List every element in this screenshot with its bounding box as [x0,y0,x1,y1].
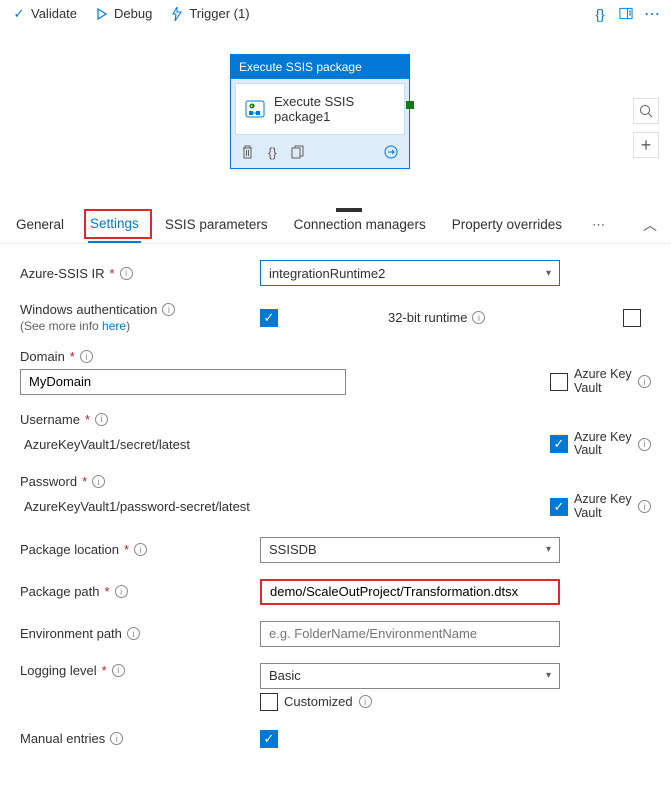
logging-level-select[interactable]: Basic ▾ [260,663,560,689]
package-location-label: Package location [20,542,119,557]
info-icon[interactable]: i [112,664,125,677]
password-value: AzureKeyVault1/password-secret/latest [20,499,346,514]
required-asterisk: * [110,266,115,281]
braces-icon[interactable]: {} [268,145,277,162]
customized-label: Customized [284,694,353,709]
username-label: Username [20,412,80,427]
collapse-panel-icon[interactable]: ︿ [643,215,657,235]
check-icon: ✓ [12,7,26,21]
package-location-value: SSISDB [269,542,317,557]
package-path-input[interactable] [260,579,560,605]
info-icon[interactable]: i [134,543,147,556]
azure-ssis-ir-label: Azure-SSIS IR [20,266,105,281]
info-icon[interactable]: i [95,413,108,426]
akv-label: Azure Key Vault [574,493,632,521]
delete-icon[interactable] [241,145,254,162]
environment-path-label: Environment path [20,626,122,641]
arrow-right-icon[interactable] [383,145,399,162]
debug-label: Debug [114,6,152,21]
info-icon[interactable]: i [638,375,651,388]
logging-level-value: Basic [269,668,301,683]
tab-bar: General Settings SSIS parameters Connect… [0,206,671,244]
info-icon[interactable]: i [162,303,175,316]
required-asterisk: * [102,663,107,678]
tab-general[interactable]: General [14,207,66,242]
windows-auth-label: Windows authentication [20,302,157,317]
package-path-label: Package path [20,584,100,599]
domain-input[interactable] [20,369,346,395]
info-icon[interactable]: i [92,475,105,488]
domain-label: Domain [20,349,65,364]
debug-button[interactable]: Debug [95,6,152,21]
search-button[interactable] [633,98,659,124]
lightning-icon [170,7,184,21]
manual-entries-label: Manual entries [20,731,105,746]
braces-icon[interactable]: {} [593,7,607,21]
windows-auth-checkbox[interactable]: ✓ [260,309,278,327]
runtime32-checkbox[interactable] [623,309,641,327]
username-value: AzureKeyVault1/secret/latest [20,437,346,452]
tabs-more-icon[interactable]: ⋯ [592,217,605,233]
info-icon[interactable]: i [472,311,485,324]
validate-label: Validate [31,6,77,21]
tab-connection-managers[interactable]: Connection managers [292,207,428,242]
chevron-down-icon: ▾ [546,268,551,279]
pane-icon[interactable] [619,7,633,21]
ssis-package-icon [244,98,266,120]
tab-property-overrides[interactable]: Property overrides [450,207,564,242]
info-icon[interactable]: i [80,350,93,363]
chevron-down-icon: ▾ [546,670,551,681]
info-icon[interactable]: i [359,695,372,708]
pipeline-canvas[interactable]: Execute SSIS package Execute SSIS packag… [0,28,671,198]
activity-execute-ssis[interactable]: Execute SSIS package Execute SSIS packag… [230,54,410,169]
more-icon[interactable]: ⋯ [645,7,659,21]
logging-level-label: Logging level [20,663,97,678]
azure-ssis-ir-value: integrationRuntime2 [269,266,385,281]
activity-header: Execute SSIS package [231,55,409,79]
tab-settings[interactable]: Settings [88,206,141,243]
azure-ssis-ir-select[interactable]: integrationRuntime2 ▾ [260,260,560,286]
validate-button[interactable]: ✓ Validate [12,6,77,21]
info-icon[interactable]: i [638,500,651,513]
info-icon[interactable]: i [115,585,128,598]
password-label: Password [20,474,77,489]
copy-icon[interactable] [291,145,304,162]
domain-akv-checkbox[interactable] [550,373,568,391]
environment-path-input[interactable] [260,621,560,647]
info-icon[interactable]: i [120,267,133,280]
required-asterisk: * [105,584,110,599]
manual-entries-checkbox[interactable]: ✓ [260,730,278,748]
required-asterisk: * [82,474,87,489]
required-asterisk: * [70,349,75,364]
password-akv-checkbox[interactable]: ✓ [550,498,568,516]
runtime32-label: 32-bit runtime [388,310,467,325]
win-auth-link[interactable]: here [102,319,126,333]
add-button[interactable]: + [633,132,659,158]
win-auth-sub-pre: (See more info [20,319,102,333]
tab-ssis-parameters[interactable]: SSIS parameters [163,207,270,242]
customized-checkbox[interactable] [260,693,278,711]
akv-label: Azure Key Vault [574,431,632,459]
info-icon[interactable]: i [638,438,651,451]
trigger-label: Trigger (1) [189,6,249,21]
success-connector[interactable] [406,101,414,109]
chevron-down-icon: ▾ [546,544,551,555]
required-asterisk: * [124,542,129,557]
activity-title: Execute SSIS package1 [274,94,396,124]
info-icon[interactable]: i [127,627,140,640]
win-auth-sub-post: ) [126,319,130,333]
required-asterisk: * [85,412,90,427]
info-icon[interactable]: i [110,732,123,745]
package-location-select[interactable]: SSISDB ▾ [260,537,560,563]
trigger-button[interactable]: Trigger (1) [170,6,249,21]
username-akv-checkbox[interactable]: ✓ [550,435,568,453]
akv-label: Azure Key Vault [574,368,632,396]
play-icon [95,7,109,21]
